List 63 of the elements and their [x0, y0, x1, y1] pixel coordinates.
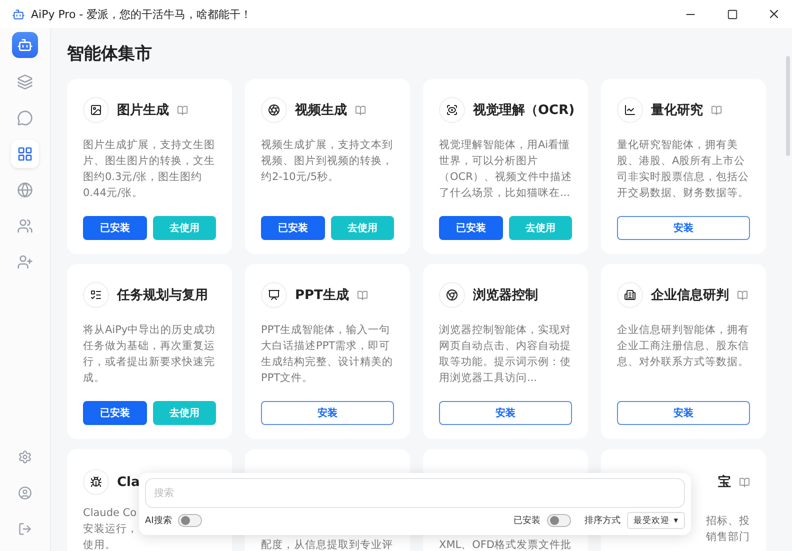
ai-search-toggle[interactable] — [178, 514, 202, 527]
book-icon — [355, 104, 366, 116]
card-title: 图片生成 — [117, 102, 169, 119]
card-description: 量化研究智能体，拥有美股、港股、A股所有上市公司非实时股票信息，包括公开交易数据、财务数据等。 — [617, 138, 750, 201]
book-icon — [177, 104, 188, 116]
card-description: 企业信息研判智能体，拥有企业工商注册信息、股东信息、对外联系方式等数据。 — [617, 323, 750, 370]
install-button[interactable]: 安装 — [617, 216, 750, 240]
scan-icon — [439, 97, 465, 123]
installed-button[interactable]: 已安装 — [261, 216, 324, 240]
card-title: 量化研究 — [651, 102, 703, 119]
card-title: 宝 — [718, 474, 731, 491]
card-description: 安装运行， — [83, 522, 138, 537]
close-icon[interactable] — [767, 7, 781, 21]
installed-button[interactable]: 已安装 — [83, 216, 146, 240]
sort-dropdown[interactable]: 最受欢迎 ▾ — [626, 512, 685, 529]
app-logo-icon — [12, 8, 25, 20]
card-description: Claude Co — [83, 506, 137, 521]
card-title: PPT生成 — [295, 287, 349, 304]
card-title: 浏览器控制 — [473, 286, 538, 304]
installed-button[interactable]: 已安装 — [83, 401, 146, 425]
install-button[interactable]: 安装 — [617, 401, 750, 425]
browser-icon — [439, 282, 465, 308]
card-description: 销售部门 — [706, 530, 750, 545]
book-icon — [737, 290, 748, 300]
card-description: 图片生成扩展，支持文生图片、图生图片的转换，文生图约0.3元/张，图生图约0.44元/张。 — [83, 138, 216, 201]
card-title: 企业信息研判 — [651, 287, 729, 304]
app-logo[interactable] — [12, 32, 38, 58]
grid-icon[interactable] — [11, 140, 39, 168]
page-title: 智能体集市 — [67, 43, 153, 65]
card-title: Cla — [117, 474, 140, 490]
card-description: 配度，从信息提取到专业评 — [261, 538, 393, 551]
image-icon — [83, 97, 109, 123]
card-description: PPT生成智能体，输入一句大白话描述PPT需求，即可生成结构完整、设计精美的PPT文件。 — [261, 323, 394, 386]
installed-button[interactable]: 已安装 — [439, 216, 502, 240]
card-title: 视觉理解（OCR) — [473, 102, 575, 119]
bug-icon — [83, 469, 109, 495]
installed-filter-toggle[interactable] — [546, 514, 571, 527]
book-icon — [711, 104, 722, 116]
install-button[interactable]: 安装 — [439, 401, 572, 425]
aperture-icon — [261, 97, 287, 123]
card-description: 将从AiPy中导出的历史成功任务做为基础，再次重复运行，或者提出新要求快速完成。 — [83, 323, 216, 386]
card-description: 招标、投 — [706, 514, 750, 529]
card-description: 使用。 — [83, 538, 116, 551]
window-title: AiPy Pro - 爱派，您的干活牛马，啥都能干！ — [31, 6, 253, 22]
card-description: 浏览器控制智能体，实现对网页自动点击、内容自动提取等功能。提示词示例：使用浏览器工具访问... — [439, 323, 572, 386]
search-field[interactable]: 搜索 — [145, 478, 685, 508]
scrollbar-thumb[interactable] — [786, 56, 790, 156]
install-button[interactable]: 安装 — [261, 401, 394, 425]
card-title: 任务规划与复用 — [117, 287, 208, 304]
installed-filter-label: 已安装 — [514, 514, 541, 527]
list-icon — [83, 282, 109, 308]
book-icon — [356, 290, 368, 300]
sort-label: 排序方式 — [584, 514, 621, 527]
card-title: 视频生成 — [295, 102, 347, 119]
chart-icon — [617, 97, 643, 123]
card-description: XML、OFD格式发票文件批 — [439, 538, 572, 551]
maximize-icon[interactable] — [726, 8, 738, 20]
card-description: 视频生成扩展，支持文本到视频、图片到视频的转换，约2-10元/5秒。 — [261, 138, 394, 185]
ai-search-label: AI搜索 — [145, 514, 172, 527]
presentation-icon — [261, 282, 287, 308]
card-description: 视觉理解智能体，用Ai看懂世界，可以分析图片（OCR）、视频文件中描述了什么场景，比如猫咪在... — [439, 138, 572, 201]
building-icon — [617, 282, 643, 308]
book-icon — [739, 476, 750, 488]
